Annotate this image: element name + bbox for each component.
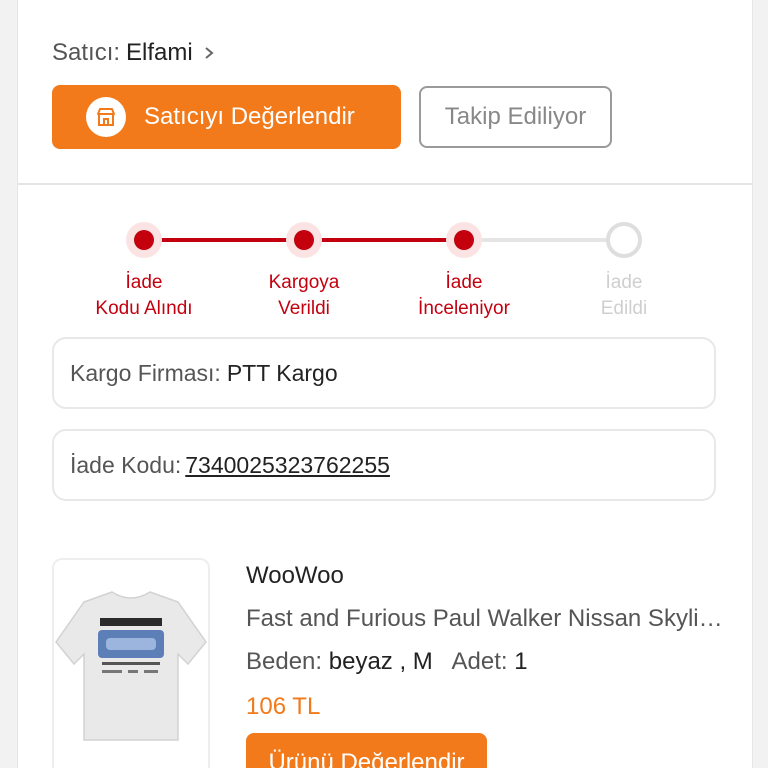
tshirt-icon xyxy=(55,591,207,741)
chevron-right-icon xyxy=(205,47,214,59)
step-connector-1 xyxy=(144,238,308,242)
rate-seller-label: Satıcıyı Değerlendir xyxy=(144,103,355,130)
seller-prefix: Satıcı: xyxy=(52,39,121,66)
product-brand: WooWoo xyxy=(246,562,344,589)
section-divider xyxy=(18,183,752,185)
rate-product-label: Ürünü Değerlendir xyxy=(268,749,465,768)
following-label: Takip Ediliyor xyxy=(444,103,587,130)
step-connector-2 xyxy=(304,238,468,242)
shipping-carrier-box: Kargo Firması: PTT Kargo xyxy=(52,337,716,409)
product-image[interactable] xyxy=(52,558,210,768)
size-label: Beden: xyxy=(246,648,323,675)
step-connector-3 xyxy=(464,238,628,242)
following-button[interactable]: Takip Ediliyor xyxy=(419,86,612,148)
return-code-box: İade Kodu: 7340025323762255 xyxy=(52,429,716,501)
step-label-shipped: Kargoya Verildi xyxy=(268,272,340,319)
seller-link[interactable]: Satıcı: Elfami xyxy=(52,36,215,70)
rate-seller-button[interactable]: Satıcıyı Değerlendir xyxy=(52,85,401,149)
seller-name: Elfami xyxy=(126,39,193,66)
step-label-reviewing: İade İnceleniyor xyxy=(418,272,510,319)
order-detail-card: Satıcı: Elfami Satıcıyı Değerlendir Taki… xyxy=(17,0,753,768)
size-value: beyaz , M xyxy=(328,648,433,675)
carrier-value: PTT Kargo xyxy=(226,359,338,386)
qty-label: Adet: xyxy=(451,648,508,675)
return-code-label: İade Kodu: xyxy=(70,451,182,478)
store-icon xyxy=(86,97,126,137)
return-status-stepper: İade Kodu Alındı Kargoya Verildi İade İncel… xyxy=(18,200,752,330)
step-label-refunded: İade Edildi xyxy=(600,272,648,319)
product-name[interactable]: Fast and Furious Paul Walker Nissan Skyl… xyxy=(246,605,726,633)
step-dot-reviewing xyxy=(446,222,482,258)
step-dot-code-received xyxy=(126,222,162,258)
step-dot-refunded xyxy=(606,222,642,258)
return-code-link[interactable]: 7340025323762255 xyxy=(185,452,390,479)
carrier-label: Kargo Firması: xyxy=(70,359,221,386)
product-variant-info: Beden: beyaz , M Adet: 1 xyxy=(246,648,528,676)
step-dot-shipped xyxy=(286,222,322,258)
qty-value: 1 xyxy=(514,648,528,675)
rate-product-button[interactable]: Ürünü Değerlendir xyxy=(246,733,487,768)
product-price: 106 TL xyxy=(246,693,321,720)
step-label-code-received: İade Kodu Alındı xyxy=(95,272,193,319)
